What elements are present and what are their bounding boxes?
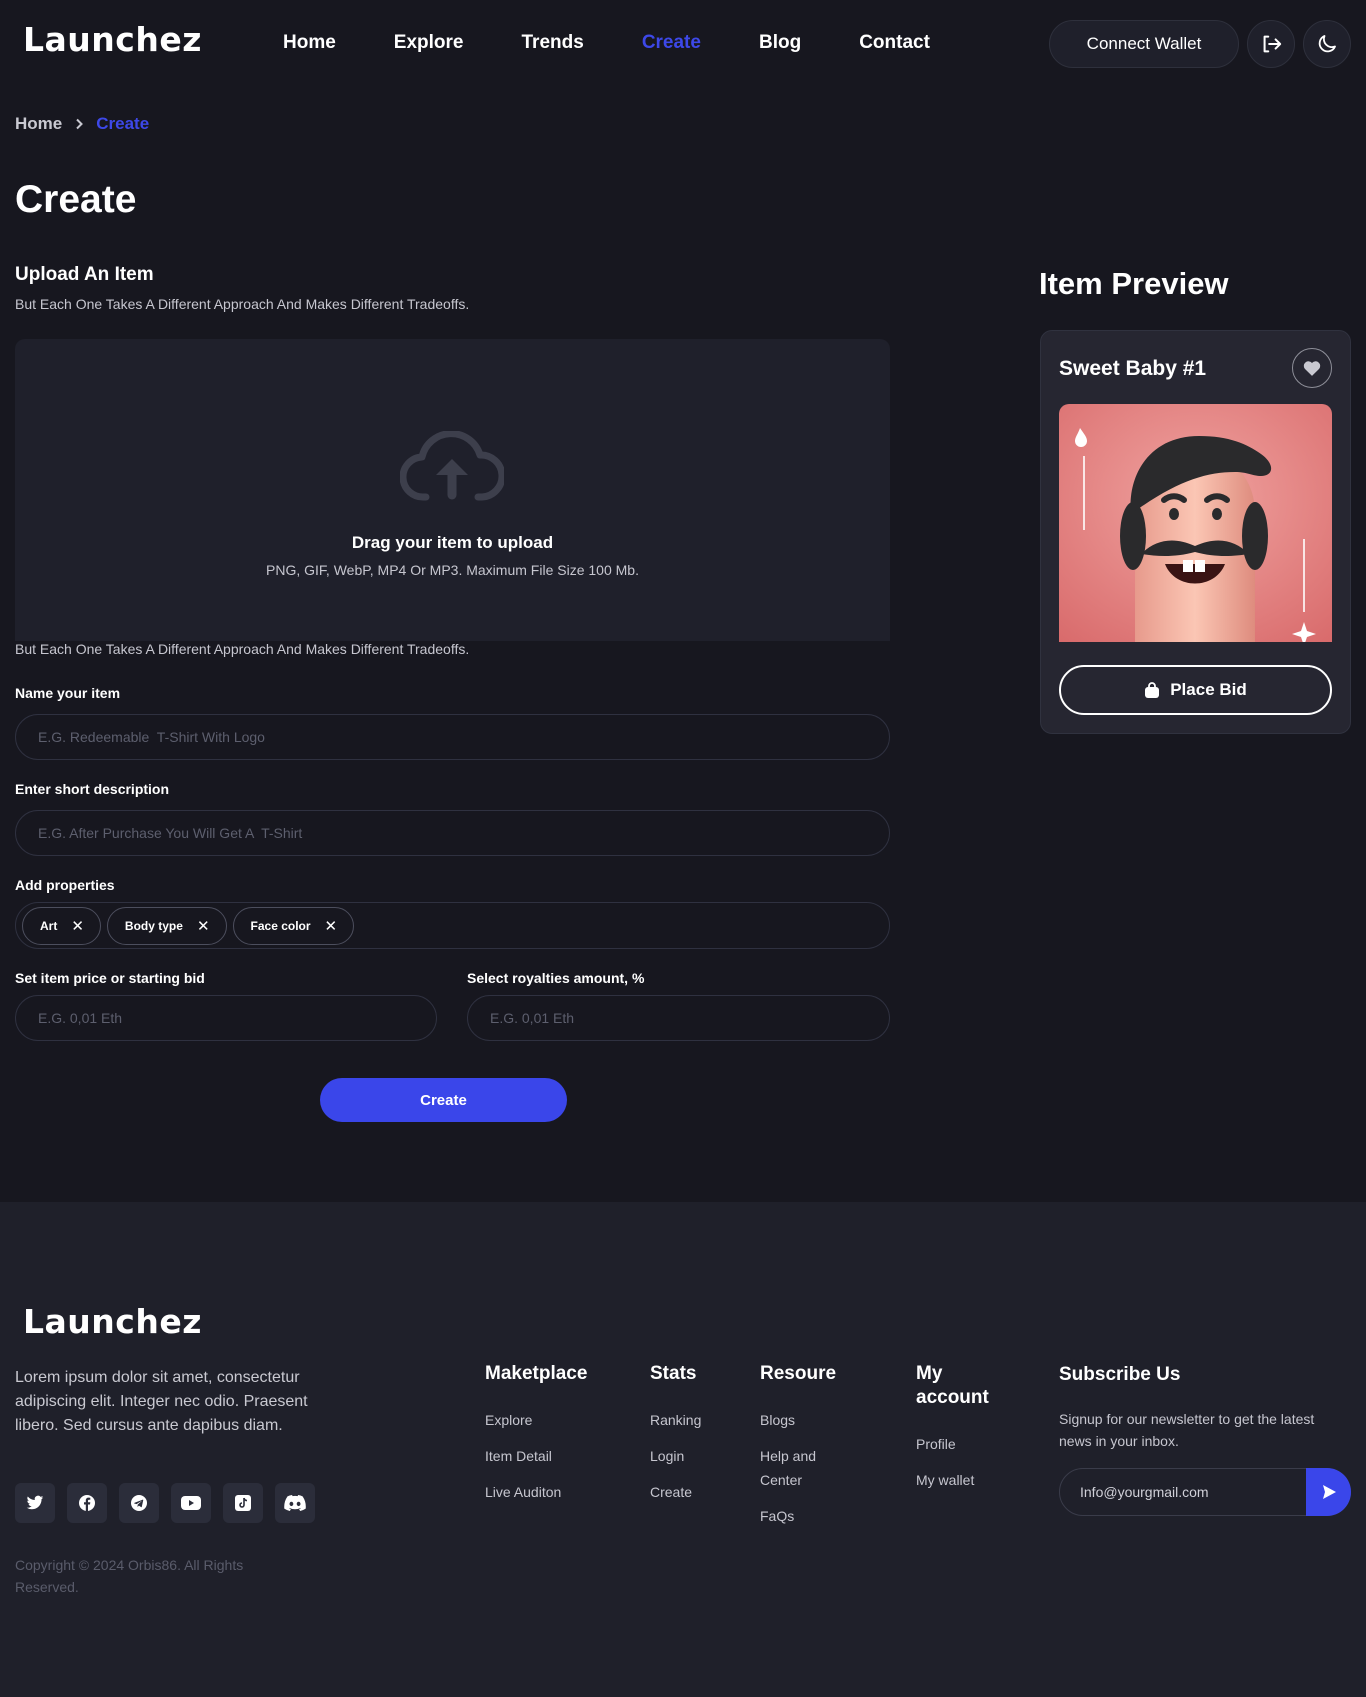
subscribe-title: Subscribe Us (1059, 1364, 1181, 1385)
preview-title: Item Preview (1039, 266, 1229, 301)
tiktok-icon (235, 1495, 251, 1511)
header: Launchez Home Explore Trends Create Blog… (0, 0, 1366, 90)
breadcrumb: Home Create (15, 114, 149, 134)
description-field-wrapper (15, 810, 890, 856)
nav-blog[interactable]: Blog (759, 32, 801, 54)
like-button[interactable] (1292, 348, 1332, 388)
footer-column-title: Maketplace (485, 1363, 588, 1384)
facebook-icon (79, 1495, 95, 1511)
twitter-link[interactable] (15, 1483, 55, 1523)
upload-title: Drag your item to upload (351, 533, 554, 552)
preview-card: Sweet Baby #1 Place Bid (1040, 330, 1351, 734)
property-tag-label: Body type (124, 918, 183, 933)
main-nav: Home Explore Trends Create Blog Contact (283, 32, 988, 54)
heart-icon (1303, 361, 1321, 376)
item-image (1059, 404, 1332, 642)
subscribe-text: Signup for our newsletter to get the lat… (1059, 1411, 1315, 1449)
footer-link[interactable]: Profile (916, 1432, 1006, 1456)
footer-column-title: My account (916, 1363, 989, 1408)
subscribe-button[interactable] (1306, 1468, 1351, 1516)
footer-link[interactable]: Blogs (760, 1408, 850, 1432)
property-tag-label: Art (40, 918, 58, 933)
connect-wallet-button[interactable]: Connect Wallet (1049, 20, 1239, 68)
logout-icon (1263, 35, 1282, 53)
create-button[interactable]: Create (320, 1078, 567, 1122)
tiktok-link[interactable] (223, 1483, 263, 1523)
item-name: Sweet Baby #1 (1059, 357, 1207, 380)
telegram-link[interactable] (119, 1483, 159, 1523)
royalty-input[interactable] (490, 1010, 889, 1026)
upload-section-title: Upload An Item (15, 264, 154, 285)
name-input[interactable] (38, 729, 889, 745)
property-tag-label: Face color (250, 918, 311, 933)
discord-icon (284, 1495, 306, 1511)
properties-field[interactable]: Art ✕ Body type ✕ Face color ✕ (15, 902, 890, 949)
place-bid-label: Place Bid (1170, 680, 1247, 699)
footer-column-resources: Resoure Blogs Help and Center FaQs (760, 1362, 850, 1540)
footer-link[interactable]: Item Detail (485, 1444, 587, 1468)
telegram-icon (131, 1495, 147, 1511)
property-tag: Art ✕ (22, 906, 101, 945)
price-input[interactable] (38, 1010, 436, 1026)
footer-link[interactable]: Help and Center (760, 1444, 850, 1492)
footer-column-title: Resoure (760, 1363, 837, 1384)
moon-icon (1318, 35, 1336, 53)
facebook-link[interactable] (67, 1483, 107, 1523)
footer-column-marketplace: Maketplace Explore Item Detail Live Audi… (485, 1362, 587, 1516)
footer-about: Lorem ipsum dolor sit amet, consectetur … (15, 1369, 308, 1434)
footer-link[interactable]: Create (650, 1480, 701, 1504)
upload-note: But Each One Takes A Different Approach … (15, 641, 470, 657)
footer-link[interactable]: Live Auditon (485, 1480, 587, 1504)
page-title: Create (15, 178, 137, 221)
nav-explore[interactable]: Explore (394, 32, 464, 54)
description-input[interactable] (38, 825, 889, 841)
social-links (15, 1483, 315, 1523)
name-label: Name your item (15, 685, 121, 701)
price-field-wrapper (15, 995, 437, 1041)
footer-column-title: Stats (650, 1363, 697, 1384)
remove-tag-icon[interactable]: ✕ (71, 917, 84, 935)
copyright: Copyright © 2024 Orbis86. All Rights Res… (15, 1557, 244, 1595)
remove-tag-icon[interactable]: ✕ (197, 917, 210, 935)
logout-button[interactable] (1247, 20, 1295, 68)
nav-home[interactable]: Home (283, 32, 336, 54)
twitter-icon (26, 1495, 44, 1510)
upload-dropzone[interactable]: Drag your item to upload PNG, GIF, WebP,… (15, 339, 890, 641)
remove-tag-icon[interactable]: ✕ (325, 917, 338, 935)
footer-logo[interactable]: Launchez (23, 1302, 202, 1341)
footer-column-stats: Stats Ranking Login Create (650, 1362, 701, 1516)
name-field-wrapper (15, 714, 890, 760)
royalty-field-wrapper (467, 995, 890, 1041)
cloud-upload-icon (400, 431, 504, 501)
royalty-label: Select royalties amount, % (467, 970, 645, 986)
breadcrumb-home[interactable]: Home (15, 114, 62, 134)
upload-section-subtitle: But Each One Takes A Different Approach … (15, 296, 470, 312)
nav-contact[interactable]: Contact (859, 32, 930, 54)
shopping-bag-icon (1145, 681, 1160, 698)
nav-create[interactable]: Create (642, 32, 701, 54)
properties-label: Add properties (15, 877, 115, 893)
footer-column-account: My account Profile My wallet (916, 1362, 1006, 1504)
footer: Launchez Lorem ipsum dolor sit amet, con… (0, 1202, 1366, 1697)
logo[interactable]: Launchez (23, 20, 202, 59)
youtube-link[interactable] (171, 1483, 211, 1523)
description-label: Enter short description (15, 781, 170, 797)
send-icon (1322, 1485, 1336, 1499)
footer-link[interactable]: Explore (485, 1408, 587, 1432)
footer-link[interactable]: My wallet (916, 1468, 1006, 1492)
property-tag: Face color ✕ (232, 906, 355, 945)
chevron-right-icon (76, 118, 84, 130)
nav-trends[interactable]: Trends (522, 32, 584, 54)
upload-hint: PNG, GIF, WebP, MP4 Or MP3. Maximum File… (266, 562, 639, 578)
place-bid-button[interactable]: Place Bid (1059, 665, 1332, 715)
price-label: Set item price or starting bid (15, 970, 205, 986)
footer-link[interactable]: Ranking (650, 1408, 701, 1432)
footer-link[interactable]: Login (650, 1444, 701, 1468)
theme-toggle-button[interactable] (1303, 20, 1351, 68)
breadcrumb-current: Create (96, 114, 150, 133)
youtube-icon (181, 1496, 201, 1510)
discord-link[interactable] (275, 1483, 315, 1523)
footer-link[interactable]: FaQs (760, 1504, 850, 1528)
property-tag: Body type ✕ (106, 906, 227, 945)
